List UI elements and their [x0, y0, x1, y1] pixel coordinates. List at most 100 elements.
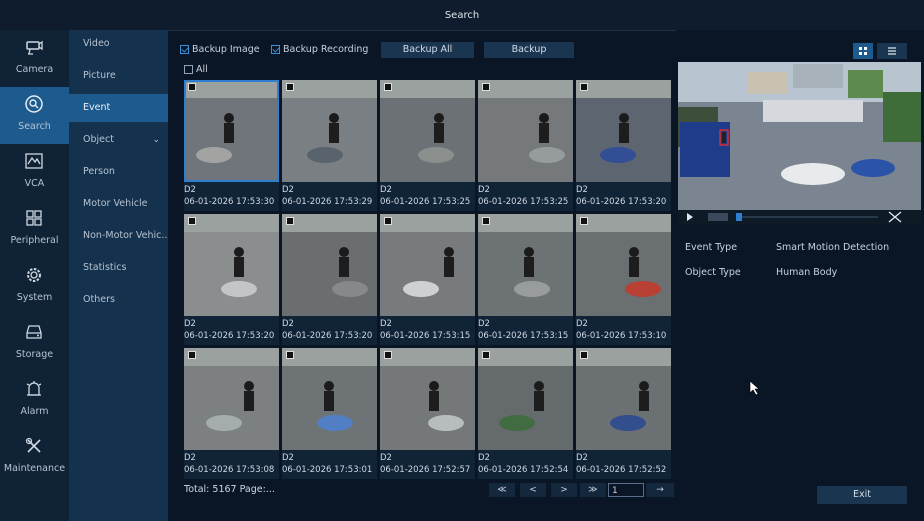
event-snapshot[interactable] [576, 214, 671, 316]
snapshot-image [282, 348, 377, 450]
thumbnail-channel: D2 [282, 319, 294, 329]
preview-panel: Event Type Smart Motion Detection Object… [676, 30, 924, 521]
thumbnail-checkbox[interactable] [580, 351, 588, 359]
event-thumbnail[interactable]: D2 06-01-2026 17:53:20 [282, 214, 377, 345]
subnav-non-motor-vehicle[interactable]: Non-Motor Vehic.. [69, 222, 168, 250]
thumbnail-checkbox[interactable] [286, 217, 294, 225]
next-page-button[interactable]: > [551, 483, 577, 497]
thumbnail-checkbox[interactable] [384, 83, 392, 91]
select-all-option[interactable]: All [184, 64, 208, 75]
thumbnail-checkbox[interactable] [580, 217, 588, 225]
subnav-statistics[interactable]: Statistics [69, 254, 168, 282]
event-thumbnail[interactable]: D2 06-01-2026 17:53:01 [282, 348, 377, 479]
nav-system[interactable]: System [0, 258, 69, 315]
prev-page-button[interactable]: < [520, 483, 546, 497]
thumbnail-time: 06-01-2026 17:53:10 [576, 331, 667, 341]
thumbnail-checkbox[interactable] [188, 351, 196, 359]
exit-button[interactable]: Exit [817, 486, 907, 504]
subnav-others[interactable]: Others [69, 286, 168, 314]
go-page-button[interactable]: → [646, 483, 674, 497]
stop-button[interactable] [708, 213, 728, 221]
event-snapshot[interactable] [380, 214, 475, 316]
select-all-label: All [196, 64, 208, 75]
subnav-person[interactable]: Person [69, 158, 168, 186]
event-snapshot[interactable] [282, 80, 377, 182]
event-snapshot[interactable] [184, 80, 279, 182]
thumbnail-checkbox[interactable] [286, 351, 294, 359]
subnav-picture[interactable]: Picture [69, 62, 168, 90]
nav-maintenance[interactable]: Maintenance [0, 429, 69, 486]
backup-recording-option[interactable]: Backup Recording [271, 44, 368, 55]
subnav-event[interactable]: Event [69, 94, 168, 122]
backup-all-button[interactable]: Backup All [381, 42, 474, 58]
event-snapshot[interactable] [380, 348, 475, 450]
subnav-motor-vehicle[interactable]: Motor Vehicle [69, 190, 168, 218]
playback-timeline[interactable] [738, 216, 878, 218]
nav-camera[interactable]: Camera [0, 30, 69, 87]
camera-icon [26, 40, 43, 55]
event-thumbnail[interactable]: D2 06-01-2026 17:53:20 [576, 80, 671, 211]
event-thumbnail[interactable]: D2 06-01-2026 17:53:20 [184, 214, 279, 345]
thumbnail-checkbox[interactable] [482, 83, 490, 91]
page-number-input[interactable]: 1 [608, 483, 644, 497]
nav-alarm[interactable]: Alarm [0, 372, 69, 429]
event-type-label: Event Type [685, 242, 738, 253]
event-thumbnail[interactable]: D2 06-01-2026 17:53:15 [478, 214, 573, 345]
thumbnail-time: 06-01-2026 17:53:08 [184, 465, 275, 475]
event-thumbnail[interactable]: D2 06-01-2026 17:53:10 [576, 214, 671, 345]
first-page-button[interactable]: ≪ [489, 483, 515, 497]
thumbnail-checkbox[interactable] [482, 351, 490, 359]
snapshot-image [184, 348, 279, 450]
mouse-cursor-icon [749, 380, 760, 396]
play-icon[interactable] [678, 210, 700, 224]
thumbnail-channel: D2 [380, 453, 392, 463]
backup-button[interactable]: Backup [484, 42, 574, 58]
thumbnail-checkbox[interactable] [482, 217, 490, 225]
event-snapshot[interactable] [282, 348, 377, 450]
thumbnail-channel: D2 [184, 453, 196, 463]
event-thumbnail[interactable]: D2 06-01-2026 17:52:54 [478, 348, 573, 479]
thumbnail-checkbox[interactable] [384, 351, 392, 359]
nav-storage[interactable]: Storage [0, 315, 69, 372]
event-snapshot[interactable] [184, 214, 279, 316]
list-view-button[interactable] [877, 43, 907, 59]
event-thumbnail[interactable]: D2 06-01-2026 17:53:08 [184, 348, 279, 479]
thumbnail-checkbox[interactable] [580, 83, 588, 91]
event-thumbnail[interactable]: D2 06-01-2026 17:52:57 [380, 348, 475, 479]
event-thumbnail[interactable]: D2 06-01-2026 17:53:15 [380, 214, 475, 345]
event-thumbnail[interactable]: D2 06-01-2026 17:53:29 [282, 80, 377, 211]
list-view-icon [888, 47, 896, 55]
nav-vca[interactable]: VCA [0, 144, 69, 201]
event-snapshot[interactable] [478, 80, 573, 182]
event-snapshot[interactable] [576, 80, 671, 182]
subnav-object[interactable]: Object ⌄ [69, 126, 168, 154]
event-thumbnail[interactable]: D2 06-01-2026 17:53:30 [184, 80, 279, 211]
thumbnail-checkbox[interactable] [384, 217, 392, 225]
nav-search[interactable]: Search [0, 87, 69, 144]
grid-view-button[interactable] [853, 43, 873, 59]
event-thumbnail[interactable]: D2 06-01-2026 17:53:25 [478, 80, 573, 211]
fullscreen-icon[interactable] [888, 211, 902, 223]
backup-recording-checkbox[interactable] [271, 45, 280, 54]
event-snapshot[interactable] [282, 214, 377, 316]
event-snapshot[interactable] [184, 348, 279, 450]
event-snapshot[interactable] [380, 80, 475, 182]
select-all-checkbox[interactable] [184, 65, 193, 74]
snapshot-image [282, 80, 377, 182]
event-snapshot[interactable] [478, 348, 573, 450]
backup-image-option[interactable]: Backup Image [180, 44, 260, 55]
thumbnail-checkbox[interactable] [188, 83, 196, 91]
event-snapshot[interactable] [576, 348, 671, 450]
subnav-video[interactable]: Video [69, 30, 168, 58]
thumbnail-checkbox[interactable] [286, 83, 294, 91]
event-type-value: Smart Motion Detection [776, 242, 890, 253]
nav-peripheral[interactable]: Peripheral [0, 201, 69, 258]
thumbnail-checkbox[interactable] [188, 217, 196, 225]
event-snapshot[interactable] [478, 214, 573, 316]
event-thumbnail[interactable]: D2 06-01-2026 17:53:25 [380, 80, 475, 211]
object-type-value: Human Body [776, 267, 838, 278]
event-thumbnail[interactable]: D2 06-01-2026 17:52:52 [576, 348, 671, 479]
timeline-handle[interactable] [736, 213, 742, 221]
last-page-button[interactable]: ≫ [580, 483, 606, 497]
backup-image-checkbox[interactable] [180, 45, 189, 54]
